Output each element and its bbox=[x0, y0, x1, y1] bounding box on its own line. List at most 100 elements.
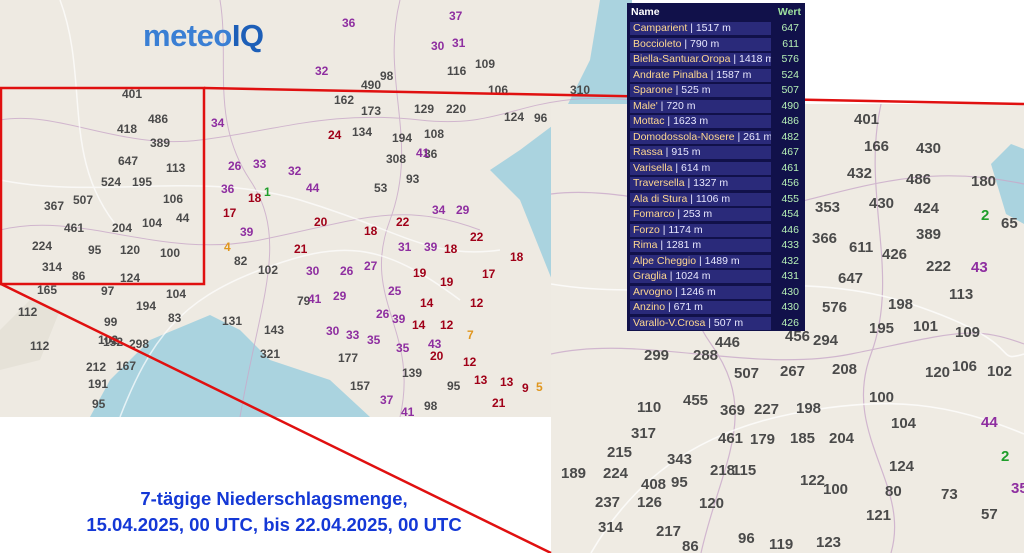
precip-value-label: 198 bbox=[888, 296, 914, 313]
precip-value-label: 220 bbox=[446, 102, 467, 116]
precip-value-label: 217 bbox=[656, 523, 682, 540]
precip-value-label: 30 bbox=[306, 264, 320, 278]
precip-value-label: 35 bbox=[1011, 480, 1024, 497]
station-value: 431 bbox=[781, 270, 799, 283]
precip-value-label: 507 bbox=[734, 365, 760, 382]
precip-value-label: 101 bbox=[913, 318, 939, 335]
precip-value-label: 2 bbox=[1001, 448, 1010, 465]
precip-value-label: 18 bbox=[444, 242, 458, 256]
precip-value-label: 120 bbox=[925, 364, 951, 381]
precip-value-label: 237 bbox=[595, 494, 621, 511]
precip-value-label: 314 bbox=[42, 260, 63, 274]
precip-value-label: 121 bbox=[866, 507, 892, 524]
precip-value-label: 100 bbox=[869, 389, 895, 406]
table-row: Boccioleto | 790 m 611 bbox=[630, 37, 802, 53]
precip-value-label: 134 bbox=[352, 125, 373, 139]
precip-value-label: 53 bbox=[374, 181, 388, 195]
precip-value-label: 36 bbox=[221, 182, 235, 196]
precip-value-label: 194 bbox=[392, 131, 413, 145]
precip-value-label: 106 bbox=[163, 192, 184, 206]
precip-value-label: 288 bbox=[693, 347, 719, 364]
precip-value-label: 97 bbox=[101, 284, 115, 298]
precip-value-label: 2 bbox=[981, 207, 990, 224]
precip-value-label: 108 bbox=[424, 127, 445, 141]
precip-value-label: 95 bbox=[88, 243, 102, 257]
precip-value-label: 41 bbox=[308, 292, 322, 306]
table-row: Andrate Pinalba | 1587 m 524 bbox=[630, 68, 802, 84]
station-value: 432 bbox=[781, 254, 799, 267]
table-row: Traversella | 1327 m 456 bbox=[630, 176, 802, 192]
table-header: Name Wert bbox=[627, 3, 805, 21]
precip-value-label: 1 bbox=[264, 185, 271, 199]
precip-value-label: 430 bbox=[916, 140, 942, 157]
station-name: Male' | 720 m bbox=[630, 99, 771, 113]
precip-value-label: 314 bbox=[598, 519, 624, 536]
precip-value-label: 18 bbox=[248, 191, 262, 205]
precip-value-label: 113 bbox=[949, 286, 974, 303]
precip-value-label: 109 bbox=[475, 57, 496, 71]
precip-value-label: 17 bbox=[223, 206, 237, 220]
precip-value-label: 461 bbox=[718, 430, 744, 447]
precip-value-label: 524 bbox=[101, 175, 122, 189]
precip-value-label: 112 bbox=[18, 305, 38, 319]
precip-value-label: 195 bbox=[132, 175, 153, 189]
station-value: 456 bbox=[781, 177, 799, 190]
precip-value-label: 100 bbox=[823, 481, 849, 498]
station-name: Fomarco | 253 m bbox=[630, 208, 771, 222]
main-map[interactable]: meteoIQ 401 486 418 389 647 113 524 195 367 507 10… bbox=[0, 0, 632, 417]
precip-value-label: 12 bbox=[463, 355, 477, 369]
precip-value-label: 65 bbox=[1001, 215, 1018, 232]
precip-value-label: 33 bbox=[253, 157, 267, 171]
precip-value-label: 124 bbox=[889, 458, 915, 475]
precip-value-label: 126 bbox=[637, 494, 663, 511]
precip-value-label: 647 bbox=[118, 154, 139, 168]
station-value: 454 bbox=[781, 208, 799, 221]
table-row: Varisella | 614 m 461 bbox=[630, 161, 802, 177]
station-name: Traversella | 1327 m bbox=[630, 177, 771, 191]
table-row: Ala di Stura | 1106 m 455 bbox=[630, 192, 802, 208]
precip-value-label: 120 bbox=[699, 495, 725, 512]
station-value: 507 bbox=[781, 84, 799, 97]
station-name: Andrate Pinalba | 1587 m bbox=[630, 68, 771, 82]
station-value: 647 bbox=[781, 22, 799, 35]
precip-value-label: 401 bbox=[854, 111, 880, 128]
precip-value-label: 173 bbox=[361, 104, 382, 118]
station-value: 433 bbox=[781, 239, 799, 252]
precip-value-label: 180 bbox=[971, 173, 997, 190]
table-row: Alpe Cheggio | 1489 m 432 bbox=[630, 254, 802, 270]
precip-value-label: 13 bbox=[474, 373, 488, 387]
precip-value-label: 165 bbox=[37, 283, 58, 297]
precip-value-label: 12 bbox=[470, 296, 484, 310]
precip-value-label: 267 bbox=[780, 363, 806, 380]
precip-value-label: 461 bbox=[64, 221, 85, 235]
precip-value-label: 119 bbox=[769, 536, 794, 553]
precip-value-label: 432 bbox=[847, 165, 873, 182]
precip-value-label: 298 bbox=[129, 337, 150, 351]
precip-value-label: 446 bbox=[715, 334, 741, 351]
precip-value-label: 35 bbox=[396, 341, 410, 355]
station-name: Boccioleto | 790 m bbox=[630, 37, 771, 51]
precip-value-label: 115 bbox=[732, 462, 757, 479]
precip-value-label: 317 bbox=[631, 425, 657, 442]
precip-value-label: 19 bbox=[440, 275, 454, 289]
precip-value-label: 19 bbox=[413, 266, 427, 280]
station-name: Ala di Stura | 1106 m bbox=[630, 192, 771, 206]
precip-value-label: 96 bbox=[738, 530, 755, 547]
precip-value-label: 177 bbox=[338, 351, 359, 365]
precip-value-label: 32 bbox=[315, 64, 329, 78]
precip-value-label: 95 bbox=[671, 474, 688, 491]
table-row: Rassa | 915 m 467 bbox=[630, 145, 802, 161]
precip-value-label: 224 bbox=[32, 239, 53, 253]
precip-value-label: 4 bbox=[224, 240, 231, 254]
precip-value-label: 102 bbox=[987, 363, 1013, 380]
station-value: 467 bbox=[781, 146, 799, 159]
station-value: 461 bbox=[781, 161, 799, 174]
precip-value-label: 389 bbox=[150, 136, 171, 150]
precip-value-label: 35 bbox=[367, 333, 381, 347]
precip-value-label: 162 bbox=[334, 93, 355, 107]
precip-value-label: 39 bbox=[424, 240, 438, 254]
precip-value-label: 21 bbox=[492, 396, 506, 410]
precip-value-label: 227 bbox=[754, 401, 780, 418]
precip-value-label: 116 bbox=[447, 64, 467, 78]
precip-value-label: 29 bbox=[456, 203, 470, 217]
